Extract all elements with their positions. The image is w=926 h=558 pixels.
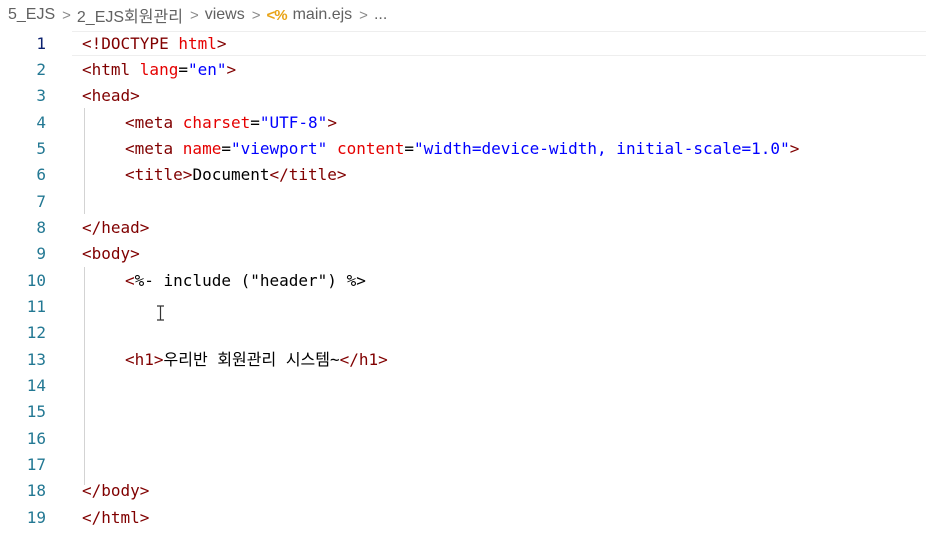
code-token: <meta — [125, 112, 183, 132]
code-token: "UTF-8" — [259, 112, 328, 132]
code-token: "en" — [187, 59, 227, 79]
chevron-right-icon: > — [189, 6, 199, 24]
breadcrumb-item-folder-views[interactable]: views — [205, 6, 245, 24]
code-line[interactable]: <html lang="en"> — [82, 57, 236, 83]
line-number: 6 — [36, 165, 46, 185]
ejs-file-icon: <% — [266, 6, 287, 24]
code-token: <!DOCTYPE — [82, 33, 179, 53]
chevron-right-icon: > — [251, 6, 261, 24]
breadcrumb-item-file[interactable]: main.ejs — [293, 6, 353, 24]
code-line[interactable]: </head> — [82, 215, 149, 241]
line-number: 4 — [36, 112, 46, 132]
code-token: > — [216, 33, 227, 53]
code-line[interactable]: <head> — [82, 83, 140, 109]
line-number: 5 — [36, 138, 46, 158]
code-token: > — [327, 112, 337, 132]
line-number: 16 — [26, 428, 46, 448]
code-token: </head> — [82, 217, 150, 237]
code-token: <title> — [125, 165, 193, 185]
code-token: = — [250, 112, 260, 132]
code-token: > — [789, 138, 800, 158]
code-line[interactable]: <%- include ("header") %> — [125, 268, 366, 294]
breadcrumb-item-symbols[interactable]: ... — [374, 6, 387, 24]
code-line[interactable]: <!DOCTYPE html> — [82, 31, 227, 57]
code-token: </html> — [82, 507, 150, 527]
code-token: <head> — [82, 86, 140, 106]
code-line[interactable]: <meta name="viewport" content="width=dev… — [125, 136, 799, 162]
line-number: 18 — [26, 481, 46, 501]
code-token: 우리반 회원관리 시스템~ — [163, 349, 340, 369]
line-number: 13 — [26, 349, 46, 369]
code-token: %- include ("header") %> — [134, 270, 366, 290]
indent-guide — [84, 267, 85, 485]
text-cursor-icon — [157, 305, 164, 321]
line-number: 2 — [36, 59, 46, 79]
code-token: </body> — [82, 481, 150, 501]
breadcrumb-item-folder-root[interactable]: 5_EJS — [8, 6, 55, 24]
code-token: charset — [182, 112, 251, 132]
line-number: 9 — [36, 244, 46, 264]
code-token: html — [178, 33, 217, 53]
code-token: Document — [192, 165, 270, 185]
chevron-right-icon: > — [359, 6, 368, 24]
breadcrumb-item-folder-project[interactable]: 2_EJS회원관리 — [77, 3, 183, 27]
code-line[interactable]: <meta charset="UTF-8"> — [125, 110, 337, 136]
code-token: </title> — [269, 165, 347, 185]
code-token: > — [226, 59, 237, 79]
code-token: <body> — [82, 244, 140, 264]
line-number: 7 — [36, 191, 46, 211]
indent-guide — [84, 108, 85, 214]
breadcrumb: 5_EJS > 2_EJS회원관리 > views > <% main.ejs … — [0, 0, 926, 30]
code-line[interactable]: <title>Document</title> — [125, 162, 347, 188]
line-number: 15 — [26, 402, 46, 422]
line-number: 12 — [26, 323, 46, 343]
code-token: content — [336, 138, 405, 158]
line-number: 10 — [26, 270, 46, 290]
line-number: 19 — [26, 507, 46, 527]
code-line[interactable]: <body> — [82, 241, 140, 267]
code-token: = — [221, 138, 231, 158]
code-token: "viewport" — [230, 138, 328, 158]
code-token: = — [178, 59, 188, 79]
code-token: < — [125, 270, 135, 290]
line-number: 17 — [26, 455, 46, 475]
code-line[interactable]: </body> — [82, 478, 149, 504]
code-token: lang — [139, 59, 179, 79]
code-token: = — [404, 138, 415, 158]
line-number: 3 — [36, 86, 46, 106]
code-token: <h1> — [125, 349, 164, 369]
line-number: 14 — [26, 376, 46, 396]
code-token: </h1> — [339, 349, 388, 369]
line-number: 8 — [36, 217, 46, 237]
line-number: 11 — [26, 297, 46, 316]
code-token: <meta — [125, 138, 183, 158]
code-line[interactable]: </html> — [82, 505, 149, 531]
code-token: <html — [82, 59, 140, 79]
code-line[interactable]: <h1>우리반 회원관리 시스템~</h1> — [125, 347, 388, 373]
code-token: "width=device-width, initial-scale=1.0" — [414, 138, 790, 158]
chevron-right-icon: > — [62, 6, 71, 24]
code-token: name — [182, 138, 222, 158]
line-number: 1 — [36, 33, 46, 53]
